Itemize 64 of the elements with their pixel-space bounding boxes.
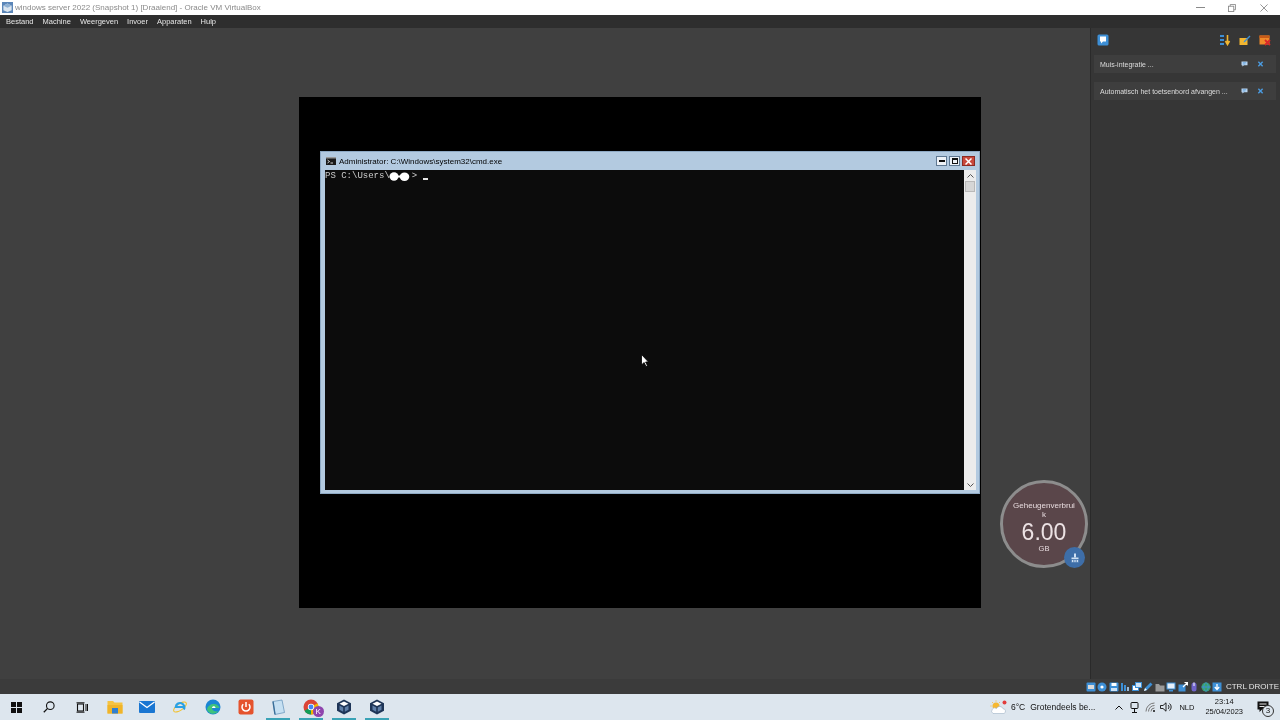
redaction-icon bbox=[388, 172, 411, 181]
mouse-icon[interactable] bbox=[1189, 681, 1200, 692]
close-button[interactable] bbox=[962, 156, 975, 166]
minimize-button[interactable] bbox=[936, 156, 947, 166]
speech-bubble-icon[interactable] bbox=[1241, 88, 1248, 94]
console-title: Administrator: C:\Windows\system32\cmd.exe bbox=[339, 156, 503, 166]
text-cursor bbox=[423, 178, 429, 180]
speaker-icon bbox=[1159, 702, 1172, 712]
chevron-up-icon bbox=[1115, 704, 1124, 710]
close-icon bbox=[1260, 3, 1268, 12]
close-icon[interactable] bbox=[1257, 61, 1264, 67]
audio-icon[interactable] bbox=[1120, 681, 1131, 692]
weather-button[interactable]: 6°C Grotendeels be... bbox=[985, 694, 1099, 720]
four-squares-icon bbox=[10, 701, 22, 713]
cube-icon bbox=[2, 2, 13, 13]
window-title: windows server 2022 (Snapshot 1) [Draaiend] - Oracle VM VirtualBox bbox=[15, 3, 261, 12]
cube-icon bbox=[335, 699, 352, 715]
host-key-label: CTRL DROITE bbox=[1225, 682, 1279, 691]
maximize-icon bbox=[951, 158, 958, 164]
sort-icon[interactable] bbox=[1219, 34, 1231, 46]
maximize-button[interactable] bbox=[949, 156, 960, 166]
note-pen-icon[interactable] bbox=[1239, 34, 1251, 46]
scrollbar[interactable] bbox=[964, 170, 976, 490]
close-icon[interactable] bbox=[1257, 88, 1264, 94]
message-icon[interactable] bbox=[1097, 34, 1109, 46]
cube-icon bbox=[368, 699, 385, 715]
e-ring-icon bbox=[172, 699, 189, 715]
globe-icon[interactable] bbox=[1200, 681, 1211, 692]
minimize-icon bbox=[938, 160, 945, 162]
close-icon bbox=[965, 157, 972, 165]
floppy-icon[interactable] bbox=[1108, 681, 1119, 692]
gauge-value: 6.00 bbox=[1021, 520, 1067, 544]
folder-icon bbox=[106, 700, 123, 714]
network-icon[interactable] bbox=[1131, 681, 1142, 692]
prompt-text: PS C:\Users\ bbox=[325, 171, 390, 182]
folder-icon[interactable] bbox=[1154, 681, 1165, 692]
gauge-label: Geheugenverbruik bbox=[1012, 501, 1076, 519]
speech-bubble-icon[interactable] bbox=[1241, 61, 1248, 67]
wifi-icon bbox=[1144, 702, 1156, 712]
brush-icon bbox=[1069, 552, 1080, 563]
mouse-pointer-icon bbox=[641, 354, 649, 367]
console-icon bbox=[326, 157, 336, 165]
scroll-thumb[interactable] bbox=[965, 181, 975, 192]
prompt-symbol: > bbox=[411, 171, 418, 182]
minimize-icon bbox=[1195, 7, 1205, 8]
clean-button[interactable] bbox=[1064, 547, 1085, 568]
restore-icon bbox=[1228, 3, 1236, 12]
envelope-icon bbox=[139, 701, 156, 713]
notifications-button[interactable]: 3 bbox=[1251, 694, 1275, 720]
pen-icon[interactable] bbox=[1143, 681, 1154, 692]
panels-icon bbox=[75, 701, 88, 713]
monitor-stand-icon bbox=[1130, 701, 1140, 713]
disc-icon[interactable] bbox=[1097, 681, 1108, 692]
down-arrow-icon[interactable] bbox=[1212, 681, 1223, 692]
sun-cloud-icon bbox=[988, 700, 1007, 714]
search-icon bbox=[43, 701, 56, 713]
paper-icon bbox=[270, 699, 287, 715]
power-icon bbox=[237, 699, 254, 715]
window-cross-icon[interactable] bbox=[1259, 34, 1271, 46]
hard-disk-icon[interactable] bbox=[1085, 681, 1096, 692]
monitor-icon[interactable] bbox=[1166, 681, 1177, 692]
notification-count: 3 bbox=[1262, 705, 1274, 717]
wave-icon bbox=[204, 699, 221, 715]
profile-initial: K bbox=[312, 706, 324, 717]
